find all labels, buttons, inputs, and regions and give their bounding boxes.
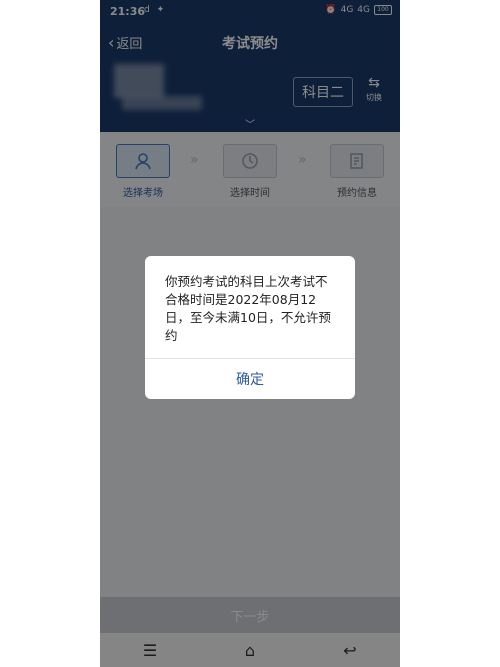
confirm-button[interactable]: 确定 bbox=[145, 359, 355, 399]
alert-dialog: 你预约考试的科目上次考试不合格时间是2022年08月12日，至今未满10日，不允… bbox=[145, 256, 355, 399]
phone-screen: 21:36 d ✦ ⏰ 4G 4G 100 ‹ 返回 考试预约 科目二 ⇆ 切换… bbox=[100, 0, 400, 667]
dialog-message: 你预约考试的科目上次考试不合格时间是2022年08月12日，至今未满10日，不允… bbox=[165, 274, 331, 343]
